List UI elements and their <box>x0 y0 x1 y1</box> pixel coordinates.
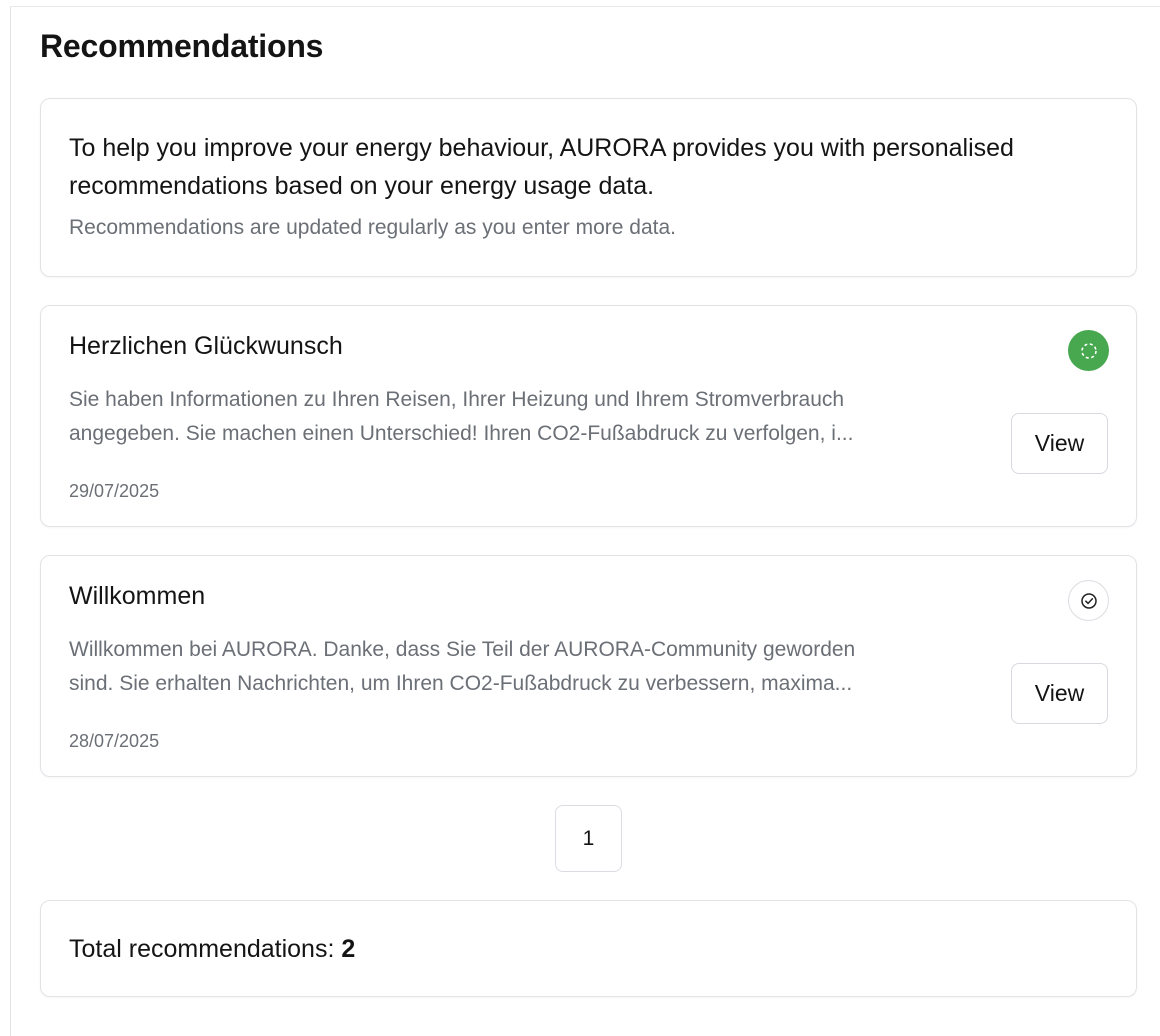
recommendation-body-line: angegeben. Sie machen einen Unterschied!… <box>69 422 854 445</box>
recommendation-card: Herzlichen Glückwunsch Sie haben Informa… <box>40 305 1137 527</box>
dashed-circle-icon <box>1080 342 1097 359</box>
intro-sub-text: Recommendations are updated regularly as… <box>69 216 677 239</box>
recommendation-title: Herzlichen Glückwunsch <box>69 332 343 360</box>
intro-lead-text: To help you improve your energy behaviou… <box>69 134 1014 200</box>
intro-card: To help you improve your energy behaviou… <box>40 98 1137 277</box>
check-circle-icon <box>1080 592 1097 609</box>
summary-card: Total recommendations: 2 <box>40 900 1137 997</box>
total-count: 2 <box>341 935 356 963</box>
view-button[interactable]: View <box>1011 663 1108 724</box>
recommendation-body: Sie haben Informationen zu Ihren Reisen,… <box>69 383 984 451</box>
recommendation-body-line: sind. Sie erhalten Nachrichten, um Ihren… <box>69 672 853 695</box>
recommendation-body: Willkommen bei AURORA. Danke, dass Sie T… <box>69 633 984 701</box>
recommendation-date: 28/07/2025 <box>69 731 160 751</box>
recommendation-card: Willkommen Willkommen bei AURORA. Danke,… <box>40 555 1137 777</box>
view-button[interactable]: View <box>1011 413 1108 474</box>
total-label: Total recommendations: <box>69 935 342 963</box>
recommendation-body-line: Sie haben Informationen zu Ihren Reisen,… <box>69 388 845 411</box>
total-recommendations: Total recommendations: 2 <box>69 935 355 964</box>
recommendation-date: 29/07/2025 <box>69 481 160 501</box>
recommendation-body-line: Willkommen bei AURORA. Danke, dass Sie T… <box>69 638 856 661</box>
page-title: Recommendations <box>40 28 324 64</box>
status-badge <box>1068 330 1109 371</box>
recommendation-title: Willkommen <box>69 582 206 610</box>
pagination-page-button[interactable]: 1 <box>555 805 622 872</box>
status-badge <box>1068 580 1109 621</box>
